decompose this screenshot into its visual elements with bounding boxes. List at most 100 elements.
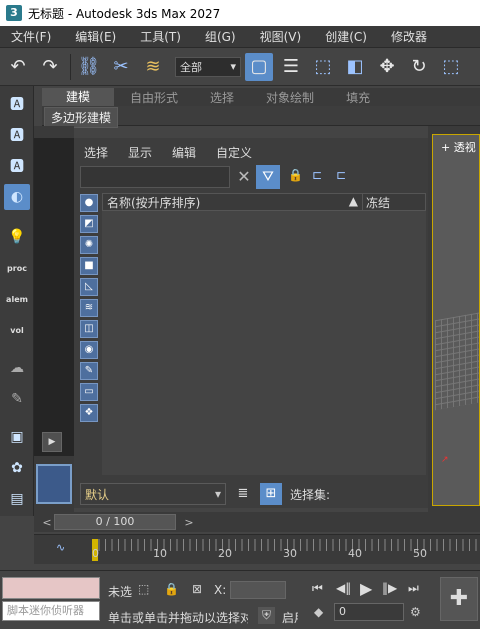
menu-view[interactable]: 视图(V) (249, 28, 315, 45)
time-slider[interactable]: 0 / 100 (54, 514, 176, 530)
play-icon[interactable]: ▶ (360, 579, 372, 598)
undo-icon[interactable]: ↶ (4, 53, 32, 81)
proc-button[interactable]: proc (4, 255, 30, 281)
polygon-modeling-button[interactable]: 多边形建模 (44, 107, 119, 128)
all-filter-icon[interactable]: ❖ (80, 404, 98, 422)
tick-label: 30 (283, 547, 297, 560)
selection-filter-dropdown[interactable]: 全部 ▾ (175, 56, 241, 77)
menu-create[interactable]: 创建(C) (314, 28, 380, 45)
current-frame-field[interactable]: 0 (334, 603, 404, 621)
rectangular-selection-icon[interactable]: ⬚ (309, 53, 337, 81)
create-text-icon[interactable]: 🅰 (4, 91, 30, 117)
tab-object-paint[interactable]: 对象绘制 (250, 89, 330, 106)
lock-icon[interactable]: 🔒 (164, 582, 179, 596)
alem-button[interactable]: alem (4, 286, 30, 312)
scene-menu-display[interactable]: 显示 (118, 144, 162, 161)
x-coordinate-field[interactable] (230, 581, 286, 599)
render-frame-icon[interactable]: ▣ (4, 424, 30, 450)
hierarchy-icon[interactable]: ⊏ (312, 168, 322, 182)
absolute-mode-icon[interactable]: ⊠ (192, 582, 202, 596)
hierarchy-text-icon[interactable]: 🅰 (4, 153, 30, 179)
viewport-label[interactable]: + 透视 (441, 139, 476, 155)
adaptive-degradation-icon[interactable]: ⛨ (258, 607, 276, 624)
camera-filter-icon[interactable]: ■ (80, 257, 98, 275)
light-icon[interactable]: 💡 (4, 224, 30, 250)
search-input[interactable] (80, 166, 230, 188)
tab-populate[interactable]: 填充 (330, 89, 386, 106)
menu-file[interactable]: 文件(F) (0, 28, 64, 45)
go-to-start-icon[interactable]: ⏮ (312, 581, 323, 596)
maxscript-field[interactable] (2, 577, 100, 599)
shape-icon[interactable]: ☁ (4, 355, 30, 381)
selection-lock-icon[interactable]: ⬚ (138, 582, 149, 596)
hierarchy-view-icon[interactable]: ⊞ (260, 483, 282, 505)
menu-modifiers[interactable]: 修改器 (380, 28, 440, 45)
layer-explorer-icon[interactable]: ▤ (4, 486, 30, 512)
geometry-filter-icon[interactable]: ● (80, 194, 98, 212)
key-mode-icon[interactable]: ◆ (314, 605, 323, 619)
spacewarp-filter-icon[interactable]: ≋ (80, 299, 98, 317)
redo-icon[interactable]: ↷ (36, 53, 64, 81)
lock-icon[interactable]: 🔒 (288, 168, 303, 182)
x-coordinate-label: X: (214, 583, 227, 597)
scene-menu-select[interactable]: 选择 (74, 144, 118, 161)
light-filter-icon[interactable]: ✺ (80, 236, 98, 254)
next-frame-button[interactable]: > (182, 516, 196, 529)
group-filter-icon[interactable]: ◫ (80, 320, 98, 338)
window-crossing-icon[interactable]: ◧ (341, 53, 369, 81)
column-freeze[interactable]: 冻结 (363, 194, 425, 211)
modify-text-icon[interactable]: 🅰 (4, 122, 30, 148)
expand-arrow-icon[interactable]: ▶ (42, 432, 62, 452)
menu-tools[interactable]: 工具(T) (129, 28, 194, 45)
selection-filter-value: 全部 (180, 60, 202, 74)
rotate-icon[interactable]: ↻ (405, 53, 433, 81)
clear-icon[interactable]: ✕ (234, 166, 254, 188)
bone-filter-icon[interactable]: ✎ (80, 362, 98, 380)
next-key-icon[interactable]: ‖▶ (382, 581, 397, 595)
status-bar: 脚本迷你侦听器 未选定任何对象 ⬚ 🔒 ⊠ X: 单击或单击并拖动以选择对象 ⛨… (0, 570, 480, 629)
column-name[interactable]: 名称(按升序排序) ▲ (103, 193, 363, 211)
container-filter-icon[interactable]: ▭ (80, 383, 98, 401)
paint-icon[interactable]: ✎ (4, 386, 30, 412)
curve-editor-icon[interactable]: ∿ (56, 541, 65, 554)
link-icon[interactable]: ⛓ (75, 53, 103, 81)
scene-explorer: 选择 显示 编辑 自定义 ✕ ⛛ 🔒 ⊏ ⊏ ● ◩ ✺ ■ ◺ ≋ ◫ ◉ ✎… (74, 138, 428, 508)
layers-icon[interactable]: ≣ (232, 483, 254, 505)
helper-filter-icon[interactable]: ◺ (80, 278, 98, 296)
hierarchy-alt-icon[interactable]: ⊏ (336, 168, 346, 182)
prev-frame-button[interactable]: < (40, 516, 54, 529)
menu-group[interactable]: 组(G) (194, 28, 249, 45)
tab-selection[interactable]: 选择 (194, 89, 250, 106)
scene-menu-edit[interactable]: 编辑 (162, 144, 206, 161)
scene-menu-customize[interactable]: 自定义 (206, 144, 262, 161)
scale-icon[interactable]: ⬚ (437, 53, 465, 81)
table-body[interactable] (102, 211, 426, 475)
move-icon[interactable]: ✥ (373, 53, 401, 81)
select-by-name-icon[interactable]: ☰ (277, 53, 305, 81)
tab-freeform[interactable]: 自由形式 (114, 89, 194, 106)
layer-dropdown[interactable]: 默认 ▾ (80, 483, 226, 505)
vol-button[interactable]: vol (4, 317, 30, 343)
filter-icon[interactable]: ⛛ (256, 165, 280, 189)
scene-explorer-icon[interactable]: ◐ (4, 184, 30, 210)
tick-label: 20 (218, 547, 232, 560)
selection-status: 未选定任何对象 (108, 585, 132, 599)
perspective-viewport[interactable]: + 透视 ↗ (432, 134, 480, 506)
track-bar[interactable]: ∿ 0 10 20 30 40 50 (34, 534, 480, 564)
tab-modeling[interactable]: 建模 (42, 88, 115, 106)
maxscript-listener-input[interactable]: 脚本迷你侦听器 (2, 601, 100, 621)
shape-filter-icon[interactable]: ◩ (80, 215, 98, 233)
xref-filter-icon[interactable]: ◉ (80, 341, 98, 359)
previous-key-icon[interactable]: ◀‖ (336, 581, 351, 595)
viewport-navigation-icon[interactable]: ✚ (440, 577, 478, 621)
select-object-icon[interactable]: ▢ (245, 52, 273, 81)
bind-spacewarp-icon[interactable]: ≋ (139, 53, 167, 81)
viewport-preview[interactable] (36, 464, 72, 504)
toolbar-separator (70, 53, 71, 80)
app-icon: 3 (6, 5, 22, 21)
light-list-icon[interactable]: ✿ (4, 455, 30, 481)
menu-edit[interactable]: 编辑(E) (64, 28, 129, 45)
unlink-icon[interactable]: ✂ (107, 53, 135, 81)
go-to-end-icon[interactable]: ⏭ (408, 581, 419, 596)
time-config-icon[interactable]: ⚙ (410, 605, 421, 619)
